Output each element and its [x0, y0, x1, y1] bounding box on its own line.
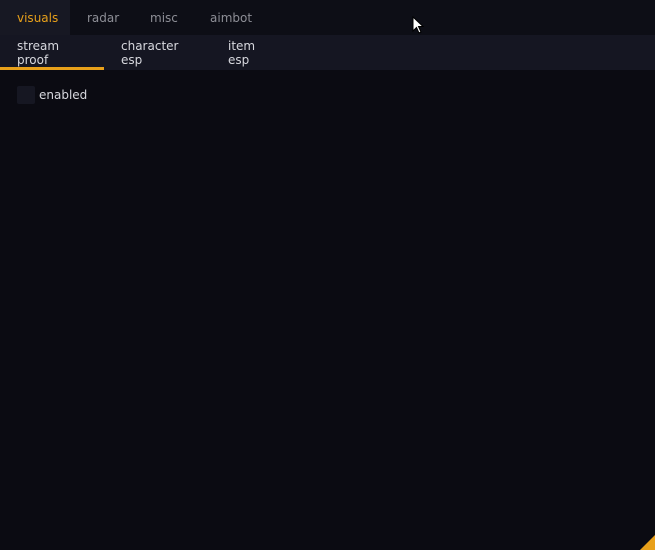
top-tab-bar: visuals radar misc aimbot [0, 0, 655, 35]
tab-content-area: enabled [0, 70, 655, 550]
enabled-label: enabled [39, 88, 88, 102]
tab-label: radar [87, 10, 120, 25]
tab-stream-proof[interactable]: stream proof [0, 35, 104, 70]
tab-label: character esp [121, 38, 179, 67]
menu-window: visuals radar misc aimbot stream proof c… [0, 0, 655, 550]
enabled-checkbox[interactable] [17, 86, 35, 104]
tab-label: visuals [17, 10, 59, 25]
mouse-cursor-icon [412, 16, 424, 34]
tab-label: stream proof [17, 38, 60, 67]
tab-misc[interactable]: misc [134, 0, 193, 35]
resize-grip-icon[interactable] [640, 535, 655, 550]
tab-character-esp[interactable]: character esp [104, 35, 211, 70]
enabled-checkbox-row[interactable]: enabled [17, 86, 87, 104]
tab-aimbot[interactable]: aimbot [193, 0, 267, 35]
tab-label: item esp [228, 38, 256, 67]
sub-tab-bar: stream proof character esp item esp [0, 35, 655, 70]
tab-label: aimbot [210, 10, 253, 25]
tab-item-esp[interactable]: item esp [211, 35, 291, 70]
tab-label: misc [150, 10, 178, 25]
tab-radar[interactable]: radar [70, 0, 134, 35]
tab-visuals[interactable]: visuals [0, 0, 70, 35]
